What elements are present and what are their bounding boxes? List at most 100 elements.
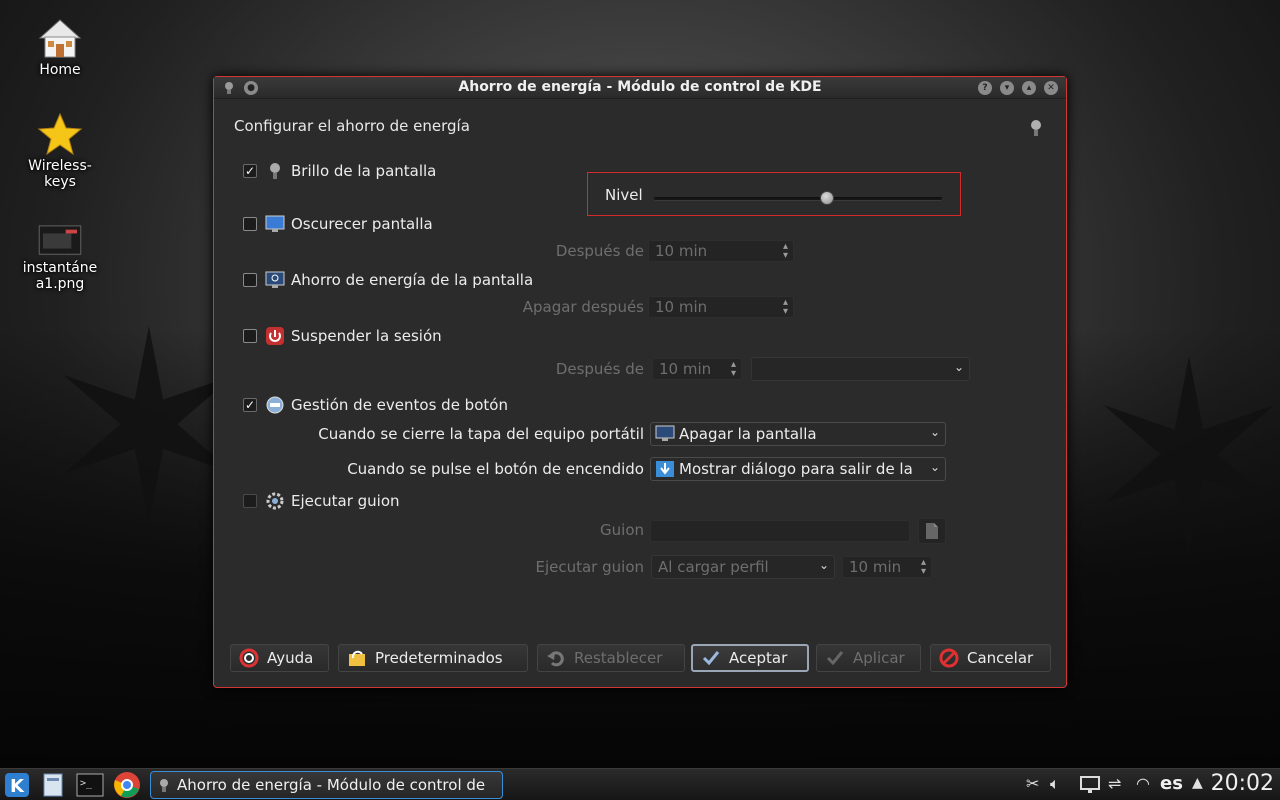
suspend-action-combo[interactable]: ⌄ <box>751 357 970 381</box>
script-label: Guion <box>600 521 644 539</box>
script-path-input[interactable] <box>650 520 910 542</box>
undo-icon <box>547 651 564 667</box>
chevron-down-icon: ⌄ <box>929 425 940 439</box>
image-file-icon <box>38 225 82 255</box>
spin-arrows-icon[interactable]: ▴ ▾ <box>783 242 788 261</box>
ok-button[interactable]: Aceptar <box>691 644 809 672</box>
brightness-row: ✓ Brillo de la pantalla <box>243 161 436 181</box>
gear-icon <box>266 492 284 510</box>
logout-dialog-icon <box>656 461 674 477</box>
brightness-label: Brillo de la pantalla <box>291 162 437 180</box>
spin-arrows-icon[interactable]: ▴ ▾ <box>921 558 926 577</box>
svg-text:>_: >_ <box>80 778 93 789</box>
power-button-label: Cuando se pulse el botón de encendido <box>347 460 644 478</box>
chrome-browser-icon[interactable] <box>113 771 141 799</box>
taskbar-window-item[interactable]: Ahorro de energía - Módulo de control de <box>150 771 503 799</box>
checkmark-icon <box>702 651 720 666</box>
brightness-slider-track[interactable] <box>654 197 942 201</box>
maximize-button[interactable]: ▴ <box>1022 81 1036 95</box>
turn-off-after-spinbox[interactable]: 10 min ▴ ▾ <box>648 296 794 318</box>
cancel-button[interactable]: Cancelar <box>930 644 1051 672</box>
terminal-icon[interactable]: >_ <box>76 772 104 798</box>
volume-icon[interactable]: 🔈︎ <box>1050 774 1060 794</box>
button-event-icon <box>266 396 284 414</box>
lid-close-label: Cuando se cierre la tapa del equipo port… <box>318 425 644 443</box>
brightness-checkbox[interactable]: ✓ <box>243 164 257 178</box>
desktop-icon-home[interactable]: Home <box>10 16 110 78</box>
screen-power-saving-row: Ahorro de energía de la pantalla <box>243 270 533 290</box>
cancel-icon <box>939 648 959 668</box>
window-titlebar[interactable]: ● Ahorro de energía - Módulo de control … <box>214 77 1066 99</box>
suspend-after-label: Después de <box>555 360 644 378</box>
reset-button[interactable]: Restablecer <box>537 644 685 672</box>
lid-close-action-combo[interactable]: Apagar la pantalla ⌄ <box>650 422 946 446</box>
brightness-slider-handle[interactable] <box>819 191 834 205</box>
monitor-icon <box>655 425 675 441</box>
home-icon <box>38 19 82 58</box>
run-script-when-label: Ejecutar guion <box>535 558 644 576</box>
desktop-icon-label: Wireless- keys <box>28 158 92 190</box>
power-button-action-combo[interactable]: Mostrar diálogo para salir de la ⌄ <box>650 457 946 481</box>
chevron-down-icon: ⌄ <box>953 360 964 374</box>
run-script-checkbox[interactable] <box>243 494 257 508</box>
dim-screen-row: Oscurecer pantalla <box>243 214 433 234</box>
screen-power-saving-checkbox[interactable] <box>243 273 257 287</box>
star-icon <box>37 112 83 156</box>
scissors-icon[interactable]: ✂ <box>1026 774 1039 793</box>
help-lifebuoy-icon <box>239 648 259 668</box>
defaults-button[interactable]: Predeterminados <box>338 644 528 672</box>
turn-off-after-label: Apagar después <box>522 298 644 316</box>
monitor-power-icon <box>265 271 285 288</box>
desktop-icon-label: instantáne a1.png <box>22 260 98 292</box>
brightness-level-box: Nivel <box>587 172 961 216</box>
run-script-time-spinbox[interactable]: 10 min ▴ ▾ <box>842 556 932 578</box>
screen-power-saving-label: Ahorro de energía de la pantalla <box>291 271 534 289</box>
kde-power-settings-window: ● Ahorro de energía - Módulo de control … <box>213 76 1067 688</box>
desktop-icon-label: Home <box>39 62 81 78</box>
dim-after-label: Después de <box>555 242 644 260</box>
run-script-when-combo[interactable]: Al cargar perfil ⌄ <box>651 555 835 579</box>
desktop-icon-wireless-keys[interactable]: Wireless- keys <box>10 112 110 190</box>
window-title: Ahorro de energía - Módulo de control de… <box>458 79 822 95</box>
suspend-label: Suspender la sesión <box>291 327 442 345</box>
open-file-button[interactable] <box>918 518 946 544</box>
lightbulb-icon <box>270 163 280 179</box>
run-script-row: Ejecutar guion <box>243 491 400 511</box>
close-button[interactable]: ✕ <box>1044 81 1058 95</box>
chevron-down-icon: ⌄ <box>818 558 829 572</box>
svg-text:K: K <box>10 776 25 797</box>
usb-icon[interactable]: ⇌ <box>1108 774 1121 793</box>
spin-arrows-icon[interactable]: ▴ ▾ <box>783 298 788 317</box>
dim-screen-checkbox[interactable] <box>243 217 257 231</box>
dim-after-spinbox[interactable]: 10 min ▴ ▾ <box>648 240 794 262</box>
tray-expand-icon[interactable]: ▲ <box>1192 775 1203 791</box>
file-manager-icon[interactable] <box>40 772 66 798</box>
button-events-label: Gestión de eventos de botón <box>291 396 508 414</box>
dim-screen-label: Oscurecer pantalla <box>291 215 433 233</box>
help-button[interactable]: Ayuda <box>230 644 329 672</box>
button-events-row: ✓ Gestión de eventos de botón <box>243 395 508 415</box>
keyboard-layout[interactable]: es <box>1160 773 1183 794</box>
defaults-icon <box>349 650 365 666</box>
kde-menu-icon[interactable]: K <box>4 772 30 798</box>
clock[interactable]: 20:02 <box>1211 771 1274 796</box>
wifi-icon[interactable]: ◠ <box>1136 774 1150 793</box>
apply-button[interactable]: Aplicar <box>816 644 921 672</box>
run-script-label: Ejecutar guion <box>291 492 400 510</box>
spin-arrows-icon[interactable]: ▴ ▾ <box>731 360 736 379</box>
suspend-after-spinbox[interactable]: 10 min ▴ ▾ <box>652 358 742 380</box>
chevron-down-icon: ⌄ <box>929 460 940 474</box>
checkmark-icon <box>826 651 844 666</box>
nivel-label: Nivel <box>605 186 643 204</box>
minimize-button[interactable]: ▾ <box>1000 81 1014 95</box>
file-open-icon <box>926 523 938 539</box>
suspend-row: Suspender la sesión <box>243 326 442 346</box>
page-header: Configurar el ahorro de energía <box>234 117 470 135</box>
suspend-checkbox[interactable] <box>243 329 257 343</box>
button-events-checkbox[interactable]: ✓ <box>243 398 257 412</box>
help-titlebar-button[interactable]: ? <box>978 81 992 95</box>
display-icon[interactable] <box>1080 776 1100 794</box>
desktop-icon-screenshot-file[interactable]: instantáne a1.png <box>10 224 110 292</box>
lightbulb-icon <box>1031 120 1041 136</box>
monitor-icon <box>265 215 285 232</box>
